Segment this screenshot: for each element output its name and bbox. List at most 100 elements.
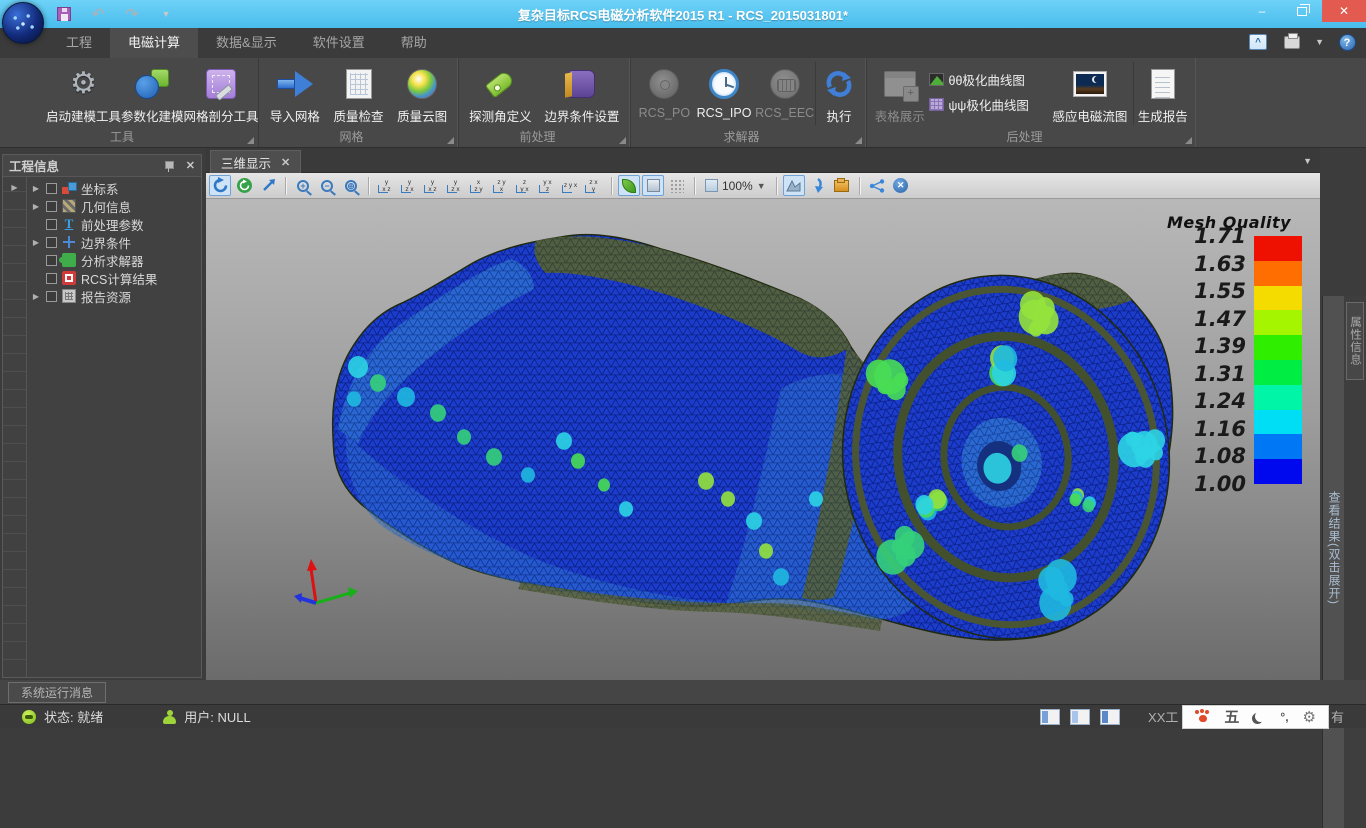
tab-list-dropdown-icon[interactable]: ▼ bbox=[1303, 156, 1312, 166]
layout-left-panel-button[interactable] bbox=[1040, 709, 1060, 725]
view-preset-button[interactable]: x z y bbox=[467, 175, 490, 196]
refresh-view-button[interactable] bbox=[233, 175, 255, 196]
results-sidebar[interactable]: 查看结果(双击展开) bbox=[1322, 296, 1344, 828]
tree-item-report-resources[interactable]: ▶ 报告资源 bbox=[27, 287, 201, 305]
quality-cloudmap-button[interactable]: 质量云图 bbox=[390, 62, 454, 125]
print-button[interactable] bbox=[1281, 32, 1303, 52]
expand-icon[interactable]: ▶ bbox=[31, 184, 41, 193]
mesh-partition-tool-button[interactable]: 网格剖分工具 bbox=[184, 62, 259, 125]
parametric-modeling-button[interactable]: 参数化建模 bbox=[121, 62, 184, 125]
grid-icon bbox=[929, 98, 944, 111]
tree-item-boundary-conditions[interactable]: ▶ 边界条件 bbox=[27, 233, 201, 251]
region-select-button[interactable] bbox=[783, 175, 805, 196]
zoom-out-button[interactable]: − bbox=[316, 175, 338, 196]
menu-tab-project[interactable]: 工程 bbox=[48, 28, 110, 58]
tree-item-geometry-info[interactable]: ▶ 几何信息 bbox=[27, 197, 201, 215]
restore-button[interactable] bbox=[1282, 0, 1322, 22]
grid-points-button[interactable] bbox=[666, 175, 688, 196]
pin-icon[interactable] bbox=[164, 160, 174, 172]
view-preset-button[interactable]: y x z bbox=[421, 175, 444, 196]
layout-bottom-panel-button[interactable] bbox=[1100, 709, 1120, 725]
group-launcher-icon[interactable] bbox=[855, 137, 862, 144]
tree-item-analysis-solver[interactable]: 分析求解器 bbox=[27, 251, 201, 269]
view-preset-button[interactable]: z y x bbox=[513, 175, 536, 196]
probe-angle-button[interactable]: 探测角定义 bbox=[463, 62, 538, 125]
layout-split-button[interactable] bbox=[1070, 709, 1090, 725]
tree-item-coordinate-system[interactable]: ▶ 坐标系 bbox=[27, 179, 201, 197]
app-logo-icon[interactable] bbox=[2, 2, 44, 44]
induced-current-map-button[interactable]: 感应电磁流图 bbox=[1047, 62, 1132, 125]
theta-polarization-curve-button[interactable]: θθ极化曲线图 bbox=[929, 70, 1048, 89]
panel-close-icon[interactable]: ✕ bbox=[186, 159, 195, 172]
view-preset-button[interactable]: y z x bbox=[398, 175, 421, 196]
zoom-fit-button[interactable]: ⊕ bbox=[340, 175, 362, 196]
ime-wubi-button[interactable]: 五 bbox=[1224, 706, 1239, 727]
shaded-render-button[interactable] bbox=[618, 175, 640, 196]
launch-modeling-tool-button[interactable]: ⚙ 启动建模工具 bbox=[46, 62, 121, 125]
psi-polarization-curve-button[interactable]: ψψ极化曲线图 bbox=[929, 95, 1048, 114]
checkbox[interactable] bbox=[46, 219, 57, 230]
plane-display-button[interactable] bbox=[642, 175, 664, 196]
baidu-paw-icon[interactable] bbox=[1195, 710, 1210, 723]
close-button[interactable]: ✕ bbox=[1322, 0, 1366, 22]
pan-view-button[interactable] bbox=[257, 175, 279, 196]
expand-icon[interactable]: ▶ bbox=[31, 292, 41, 301]
import-view-button[interactable] bbox=[807, 175, 829, 196]
checkbox[interactable] bbox=[46, 183, 57, 194]
import-mesh-button[interactable]: 导入网格 bbox=[263, 62, 327, 125]
tab-3d-display[interactable]: 三维显示 ✕ bbox=[210, 150, 301, 173]
view-preset-button[interactable]: y x z bbox=[536, 175, 559, 196]
view-preset-button[interactable]: y z x bbox=[444, 175, 467, 196]
help-button[interactable]: ? bbox=[1336, 32, 1358, 52]
moon-icon[interactable] bbox=[1255, 711, 1266, 722]
checkbox[interactable] bbox=[46, 255, 57, 266]
collapse-ribbon-button[interactable]: ^ bbox=[1247, 32, 1269, 52]
zoom-dropdown-icon[interactable]: ▼ bbox=[757, 181, 766, 191]
checkbox[interactable] bbox=[46, 237, 57, 248]
minimize-button[interactable]: – bbox=[1242, 0, 1282, 22]
text-tool-icon: T bbox=[62, 217, 76, 231]
group-launcher-icon[interactable] bbox=[1185, 137, 1192, 144]
view-preset-button[interactable]: z x y bbox=[582, 175, 605, 196]
group-launcher-icon[interactable] bbox=[247, 137, 254, 144]
ime-settings-gear-icon[interactable]: ⚙ bbox=[1303, 708, 1316, 726]
close-view-button[interactable]: ✕ bbox=[890, 175, 912, 196]
rcs-ipo-button[interactable]: RCS_IPO bbox=[694, 62, 755, 120]
tab-close-icon[interactable]: ✕ bbox=[281, 156, 290, 169]
group-launcher-icon[interactable] bbox=[619, 137, 626, 144]
system-messages-tab[interactable]: 系统运行消息 bbox=[8, 682, 106, 703]
ribbon-group-preprocess: 探测角定义 边界条件设置 前处理 bbox=[458, 58, 630, 147]
menu-tab-em-compute[interactable]: 电磁计算 bbox=[110, 28, 198, 58]
checkbox[interactable] bbox=[46, 201, 57, 212]
view-preset-button[interactable]: z y x bbox=[490, 175, 513, 196]
quality-check-button[interactable]: 质量检查 bbox=[327, 62, 391, 125]
checkbox[interactable] bbox=[46, 273, 57, 284]
tree-item-preprocess-params[interactable]: T 前处理参数 bbox=[27, 215, 201, 233]
print-dropdown-button[interactable]: ▼ bbox=[1315, 37, 1324, 47]
view-preset-button[interactable]: z y x bbox=[559, 175, 582, 196]
tree-item-rcs-results[interactable]: RCS计算结果 bbox=[27, 269, 201, 287]
boundary-settings-button[interactable]: 边界条件设置 bbox=[538, 62, 626, 125]
expand-icon[interactable]: ▶ bbox=[31, 238, 41, 247]
properties-tab[interactable]: 属性信息 bbox=[1346, 302, 1364, 380]
execute-button[interactable]: 执行 bbox=[815, 62, 862, 125]
ime-toolbar[interactable]: 五 °, ⚙ bbox=[1182, 705, 1329, 729]
menu-tab-help[interactable]: 帮助 bbox=[383, 28, 445, 58]
view-preset-button[interactable]: y x z bbox=[375, 175, 398, 196]
zoom-level-control[interactable]: 100% ▼ bbox=[701, 179, 770, 193]
gutter-expand-icon[interactable]: ▶ bbox=[3, 177, 26, 192]
group-launcher-icon[interactable] bbox=[447, 137, 454, 144]
share-view-button[interactable] bbox=[866, 175, 888, 196]
viewport-3d[interactable]: Mesh Quality 1.711.631.551.471.391.311.2… bbox=[206, 199, 1320, 680]
checkbox[interactable] bbox=[46, 291, 57, 302]
snapshot-button[interactable] bbox=[831, 175, 853, 196]
zoom-in-button[interactable]: + bbox=[292, 175, 314, 196]
group-label-solver: 求解器 bbox=[631, 128, 852, 145]
ime-punctuation-button[interactable]: °, bbox=[1280, 710, 1288, 724]
menu-tab-settings[interactable]: 软件设置 bbox=[295, 28, 383, 58]
rotate-view-button[interactable] bbox=[209, 175, 231, 196]
generate-report-button[interactable]: 生成报告 bbox=[1133, 62, 1192, 125]
menu-tab-data-display[interactable]: 数据&显示 bbox=[198, 28, 295, 58]
expand-icon[interactable]: ▶ bbox=[31, 202, 41, 211]
mesh-hotspot bbox=[773, 568, 789, 586]
